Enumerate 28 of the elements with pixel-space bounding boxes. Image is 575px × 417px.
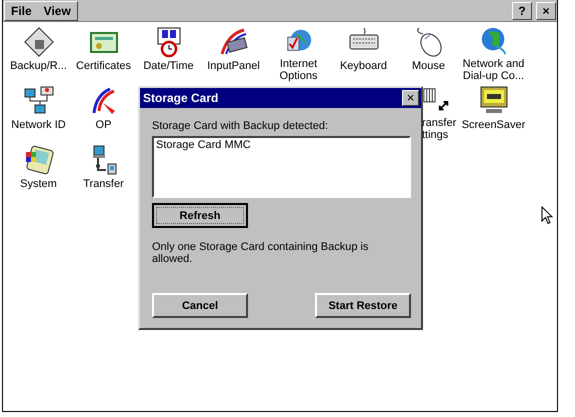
icon-label[interactable]: Mouse [412, 60, 446, 72]
icon-label[interactable]: Certificates [76, 60, 132, 72]
close-button[interactable]: × [402, 90, 419, 106]
list-item[interactable]: Storage Card MMC [155, 139, 408, 151]
close-button[interactable]: × [536, 2, 556, 20]
cancel-button[interactable]: Cancel [152, 293, 248, 318]
icon-label[interactable]: ransfer ttings [422, 117, 456, 141]
icon-label[interactable]: Date/Time [143, 60, 194, 72]
dialog-title: Storage Card [143, 91, 218, 105]
menu-item[interactable]: View [44, 4, 71, 18]
icon-label[interactable]: Network and Dial-up Co... [462, 58, 524, 82]
refresh-button[interactable]: Refresh [152, 203, 248, 228]
icon-label[interactable]: OP [96, 119, 112, 131]
icon-label[interactable]: System [20, 178, 57, 190]
icon-label[interactable]: ScreenSaver [462, 119, 526, 131]
prompt-text: Storage Card with Backup detected: [152, 120, 330, 132]
cursor-icon [541, 206, 553, 225]
icon-label[interactable]: Network ID [11, 119, 66, 131]
listbox[interactable]: Storage Card MMC [152, 136, 411, 198]
icon-label[interactable]: InputPanel [207, 60, 260, 72]
start-restore-button[interactable]: Start Restore [315, 293, 411, 318]
note-text: Only one Storage Card containing Backup is allowed. [152, 241, 370, 265]
icon-label[interactable]: Keyboard [340, 60, 388, 72]
menu-item[interactable]: File [11, 4, 32, 18]
icon-label[interactable]: Transfer [83, 178, 124, 190]
icon-label[interactable]: Backup/R... [10, 60, 67, 72]
icon-label[interactable]: Internet Options [280, 58, 318, 82]
help-button[interactable]: ? [512, 2, 532, 20]
